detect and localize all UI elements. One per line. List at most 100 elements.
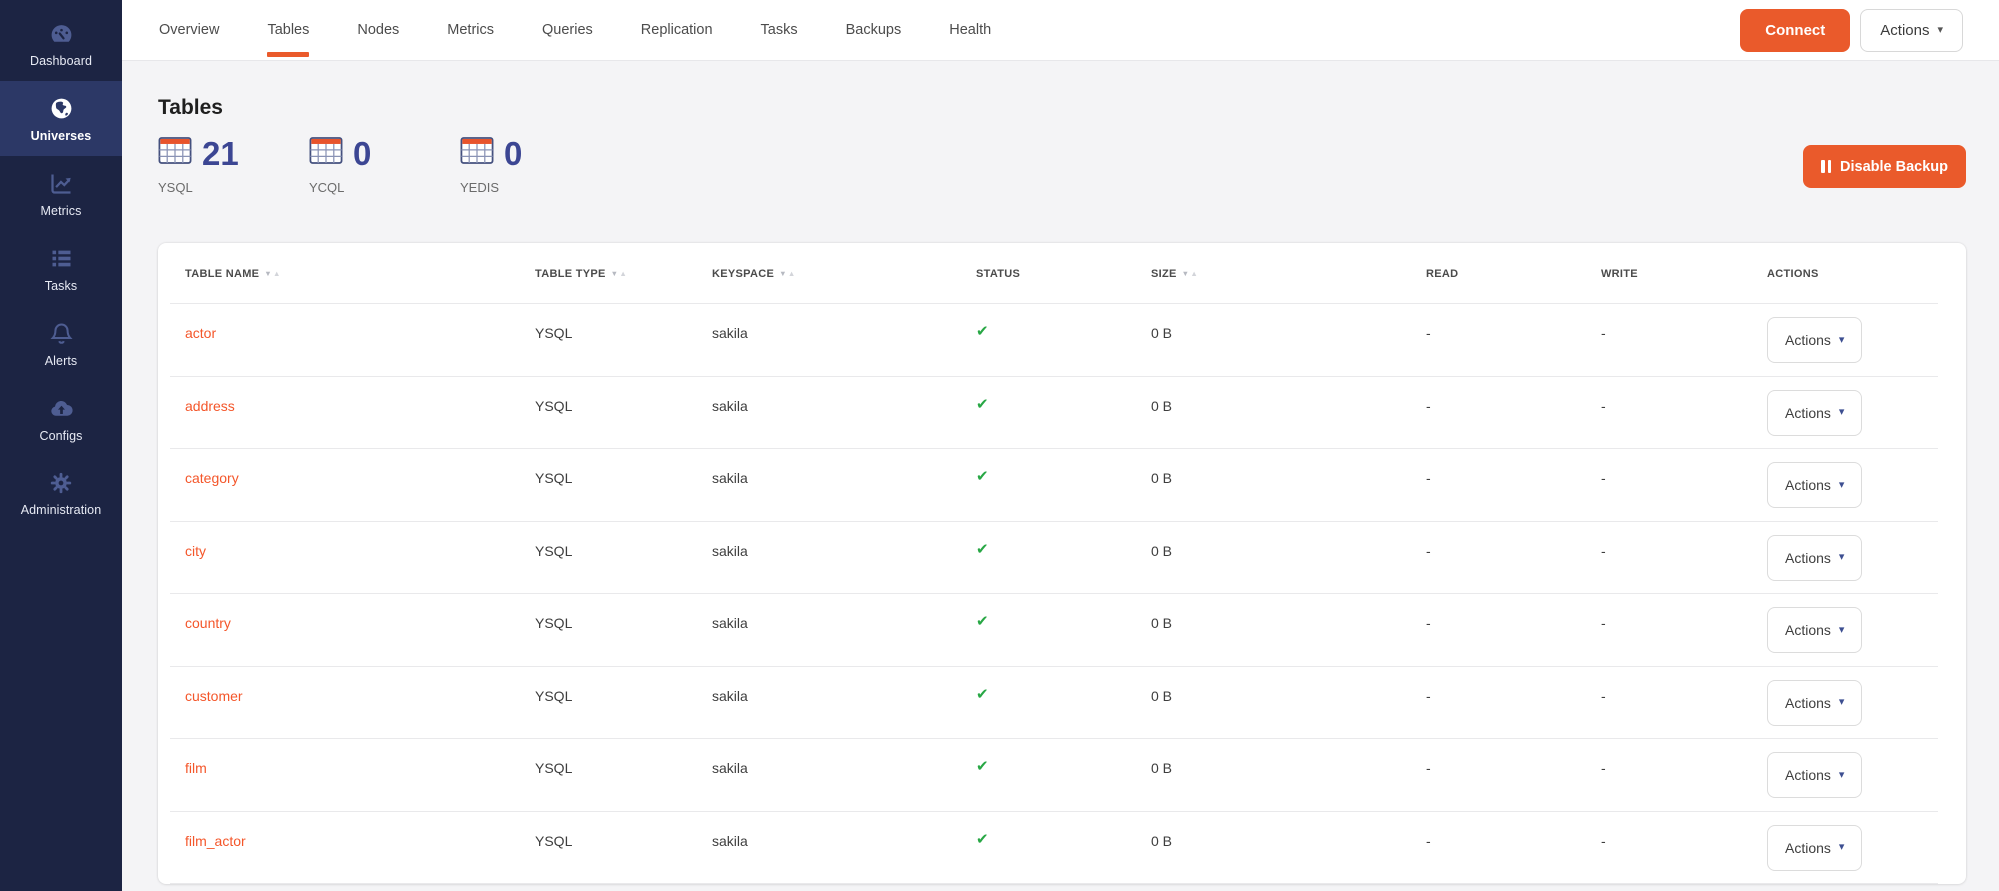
- tab-nodes[interactable]: Nodes: [357, 0, 399, 60]
- keyspace-cell: sakila: [712, 377, 976, 450]
- keyspace-cell: sakila: [712, 667, 976, 740]
- sidebar-item-alerts[interactable]: Alerts: [0, 306, 122, 381]
- read-cell: -: [1426, 449, 1601, 522]
- table-name-link[interactable]: city: [185, 543, 206, 559]
- table-row: customer YSQL sakila ✔ 0 B - - Actions ▾: [158, 667, 1966, 740]
- disable-backup-button[interactable]: Disable Backup: [1803, 145, 1966, 188]
- row-actions-button[interactable]: Actions ▾: [1767, 607, 1862, 653]
- globe-icon: [48, 95, 75, 122]
- row-actions-button[interactable]: Actions ▾: [1767, 680, 1862, 726]
- size-cell: 0 B: [1151, 522, 1426, 595]
- write-cell: -: [1601, 667, 1767, 740]
- tab-health[interactable]: Health: [949, 0, 991, 60]
- table-name-link[interactable]: category: [185, 470, 239, 486]
- chart-line-icon: [48, 170, 75, 197]
- tab-tables[interactable]: Tables: [267, 0, 309, 60]
- keyspace-cell: sakila: [712, 522, 976, 595]
- read-cell: -: [1426, 522, 1601, 595]
- table-grid-icon: [309, 137, 343, 169]
- bell-icon: [48, 320, 75, 347]
- column-header-actions: ACTIONS: [1767, 268, 1938, 280]
- table-header-row: TABLE NAME ▼▲ TABLE TYPE ▼▲ KEYSPACE ▼▲ …: [158, 243, 1966, 304]
- read-cell: -: [1426, 667, 1601, 740]
- status-ok-icon: ✔: [976, 396, 989, 413]
- universe-actions-button[interactable]: Actions ▾: [1860, 9, 1963, 52]
- universe-tabs: Overview Tables Nodes Metrics Queries Re…: [159, 0, 991, 60]
- status-ok-icon: ✔: [976, 468, 989, 485]
- stat-yedis: 0 YEDIS: [460, 135, 611, 195]
- chevron-down-icon: ▾: [1839, 552, 1845, 563]
- chevron-down-icon: ▾: [1839, 335, 1845, 346]
- sidebar-item-metrics[interactable]: Metrics: [0, 156, 122, 231]
- size-cell: 0 B: [1151, 812, 1426, 885]
- column-header-table-type[interactable]: TABLE TYPE ▼▲: [535, 268, 712, 280]
- table-name-link[interactable]: customer: [185, 688, 243, 704]
- keyspace-cell: sakila: [712, 304, 976, 377]
- column-header-size[interactable]: SIZE ▼▲: [1151, 268, 1426, 280]
- tab-overview[interactable]: Overview: [159, 0, 219, 60]
- status-ok-icon: ✔: [976, 758, 989, 775]
- table-type-cell: YSQL: [535, 812, 712, 885]
- size-cell: 0 B: [1151, 739, 1426, 812]
- sort-icon: ▼▲: [264, 269, 280, 278]
- row-actions-button[interactable]: Actions ▾: [1767, 390, 1862, 436]
- keyspace-cell: sakila: [712, 449, 976, 522]
- table-name-link[interactable]: address: [185, 398, 235, 414]
- table-name-link[interactable]: film_actor: [185, 833, 246, 849]
- keyspace-cell: sakila: [712, 739, 976, 812]
- sidebar-item-dashboard[interactable]: Dashboard: [0, 6, 122, 81]
- read-cell: -: [1426, 304, 1601, 377]
- row-actions-button[interactable]: Actions ▾: [1767, 317, 1862, 363]
- table-name-link[interactable]: country: [185, 615, 231, 631]
- table-row: category YSQL sakila ✔ 0 B - - Actions ▾: [158, 449, 1966, 522]
- column-header-status: STATUS: [976, 268, 1151, 280]
- sort-icon: ▼▲: [611, 269, 627, 278]
- ysql-label: YSQL: [158, 180, 309, 195]
- yedis-count: 0: [504, 137, 522, 170]
- page-title: Tables: [158, 95, 1966, 121]
- sidebar-item-label: Administration: [21, 503, 102, 517]
- status-ok-icon: ✔: [976, 323, 989, 340]
- read-cell: -: [1426, 377, 1601, 450]
- row-actions-button[interactable]: Actions ▾: [1767, 462, 1862, 508]
- gear-icon: [48, 470, 74, 496]
- row-actions-button[interactable]: Actions ▾: [1767, 752, 1862, 798]
- ycql-count: 0: [353, 137, 371, 170]
- column-header-keyspace[interactable]: KEYSPACE ▼▲: [712, 268, 976, 280]
- sidebar-item-label: Tasks: [45, 279, 77, 293]
- write-cell: -: [1601, 739, 1767, 812]
- tab-metrics[interactable]: Metrics: [447, 0, 494, 60]
- status-ok-icon: ✔: [976, 613, 989, 630]
- sidebar-item-universes[interactable]: Universes: [0, 81, 122, 156]
- row-actions-button[interactable]: Actions ▾: [1767, 535, 1862, 581]
- sort-icon: ▼▲: [1182, 269, 1198, 278]
- table-name-link[interactable]: film: [185, 760, 207, 776]
- sidebar-item-configs[interactable]: Configs: [0, 381, 122, 456]
- tab-queries[interactable]: Queries: [542, 0, 593, 60]
- table-grid-icon: [158, 137, 192, 169]
- ycql-label: YCQL: [309, 180, 460, 195]
- table-type-cell: YSQL: [535, 304, 712, 377]
- sidebar-item-tasks[interactable]: Tasks: [0, 231, 122, 306]
- column-header-read: READ: [1426, 268, 1601, 280]
- tables-page: Tables 21 YSQL: [122, 61, 1999, 891]
- tab-replication[interactable]: Replication: [641, 0, 713, 60]
- status-ok-icon: ✔: [976, 831, 989, 848]
- chevron-down-icon: ▾: [1839, 480, 1845, 491]
- table-row: actor YSQL sakila ✔ 0 B - - Actions ▾: [158, 304, 1966, 377]
- column-header-table-name[interactable]: TABLE NAME ▼▲: [185, 268, 535, 280]
- task-list-icon: [48, 245, 75, 272]
- table-type-cell: YSQL: [535, 667, 712, 740]
- table-row: film_actor YSQL sakila ✔ 0 B - - Actions…: [158, 812, 1966, 885]
- table-row: country YSQL sakila ✔ 0 B - - Actions ▾: [158, 594, 1966, 667]
- table-name-link[interactable]: actor: [185, 325, 216, 341]
- table-count-stats: 21 YSQL 0: [158, 135, 1966, 195]
- tab-backups[interactable]: Backups: [846, 0, 902, 60]
- yedis-label: YEDIS: [460, 180, 611, 195]
- chevron-down-icon: ▾: [1839, 697, 1845, 708]
- size-cell: 0 B: [1151, 377, 1426, 450]
- sidebar-item-administration[interactable]: Administration: [0, 456, 122, 531]
- row-actions-button[interactable]: Actions ▾: [1767, 825, 1862, 871]
- connect-button[interactable]: Connect: [1740, 9, 1850, 52]
- tab-tasks[interactable]: Tasks: [761, 0, 798, 60]
